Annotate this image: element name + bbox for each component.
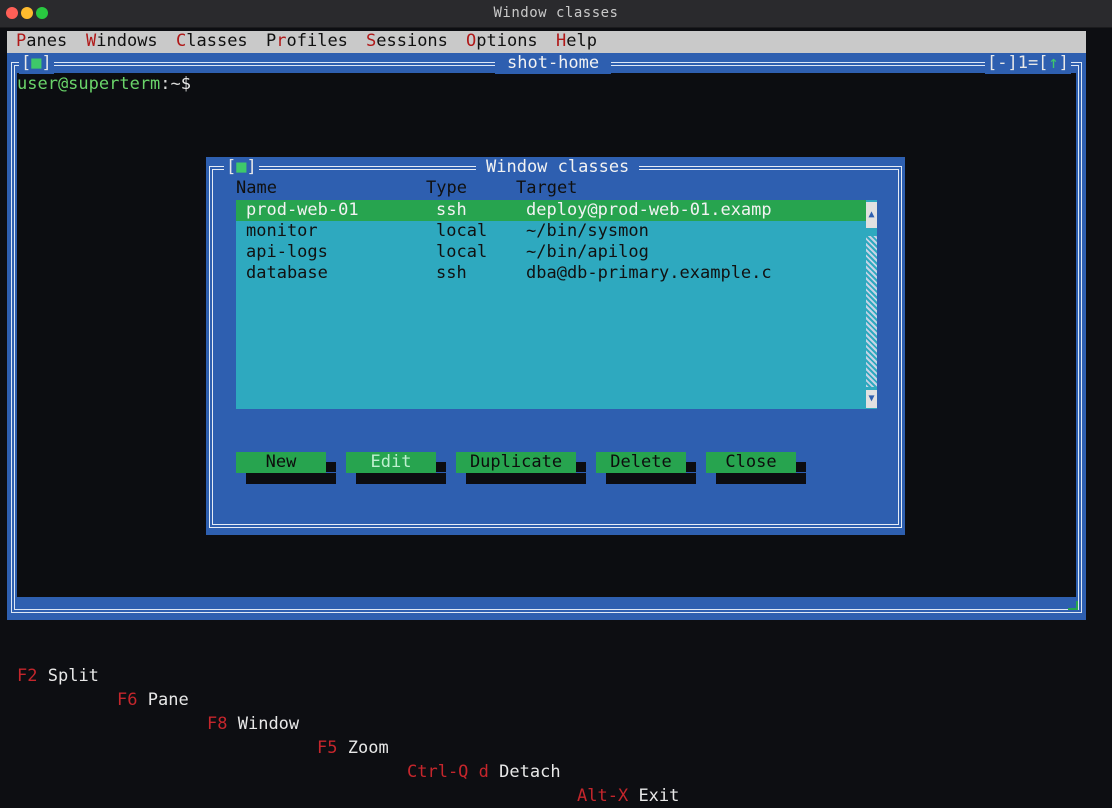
status-exit[interactable]: Alt-X Exit — [577, 784, 679, 808]
delete-button[interactable]: Delete — [596, 452, 686, 473]
cell-type: ssh — [436, 200, 467, 220]
dialog-close-icon: ■ — [236, 157, 247, 177]
cell-type: ssh — [436, 263, 467, 283]
menu-label: indows — [96, 31, 158, 51]
status-label: Detach — [499, 762, 561, 782]
shell-prompt: user@superterm:~$ — [17, 74, 191, 95]
dialog-close-control[interactable]: [■] — [224, 157, 259, 178]
button-shadow — [576, 462, 586, 472]
status-key: F2 — [17, 666, 38, 686]
resize-handle-icon[interactable] — [1068, 601, 1078, 610]
button-shadow — [326, 462, 336, 472]
cell-name: monitor — [246, 221, 318, 241]
menu-label: ptions — [476, 31, 538, 51]
status-label: Split — [47, 666, 99, 686]
dialog-title: Window classes — [476, 157, 640, 178]
menu-sessions[interactable]: Sessions — [366, 31, 448, 52]
button-shadow — [246, 473, 336, 484]
window-titlebar: Window classes — [0, 0, 1112, 28]
prompt-user-host: user@superterm — [17, 74, 161, 94]
list-scrollbar[interactable]: ▲ ▼ — [866, 200, 877, 409]
window-class-list[interactable]: prod-web-01 ssh deploy@prod-web-01.examp… — [236, 200, 867, 409]
cell-name: prod-web-01 — [246, 200, 359, 220]
button-shadow — [436, 462, 446, 472]
prompt-symbol: $ — [180, 74, 192, 94]
menu-hotkey: C — [176, 31, 187, 51]
menu-hotkey: S — [366, 31, 377, 51]
status-label: Pane — [147, 690, 189, 710]
cell-name: api-logs — [246, 242, 328, 262]
menu-help[interactable]: Help — [556, 31, 597, 52]
menu-options[interactable]: Options — [466, 31, 538, 52]
list-item[interactable]: monitor local ~/bin/sysmon — [236, 221, 867, 242]
status-label: Zoom — [347, 738, 389, 758]
menu-label: elp — [566, 31, 597, 51]
window-title: Window classes — [493, 5, 619, 21]
menu-hotkey: O — [466, 31, 477, 51]
status-label: Window — [237, 714, 300, 734]
column-header-type[interactable]: Type — [426, 178, 467, 199]
status-key: Alt-X — [577, 786, 629, 806]
window-title-label: shot-home — [495, 53, 612, 74]
cell-type: local — [436, 221, 488, 241]
scroll-up-icon[interactable]: ▲ — [866, 202, 877, 228]
button-shadow — [466, 473, 586, 484]
column-header-target[interactable]: Target — [516, 178, 577, 199]
menu-label: ofiles — [286, 31, 348, 51]
menu-classes[interactable]: Classes — [176, 31, 248, 52]
menu-profiles[interactable]: Profiles — [266, 31, 348, 52]
status-key: F8 — [207, 714, 228, 734]
status-pane[interactable]: F6 Pane — [117, 688, 189, 712]
menu-panes[interactable]: Panes — [16, 31, 67, 52]
maximize-icon: ↑ — [1048, 53, 1059, 73]
status-label: Exit — [638, 786, 680, 806]
menu-bar: Panes Windows Classes Profiles Sessions … — [7, 31, 1086, 53]
status-key: Ctrl-Q d — [407, 762, 489, 782]
window-close-control[interactable]: [■] — [19, 53, 54, 74]
list-item[interactable]: database ssh dba@db-primary.example.c — [236, 263, 867, 284]
menu-hotkey: W — [86, 31, 97, 51]
menu-hotkey: H — [556, 31, 567, 51]
status-detach[interactable]: Ctrl-Q d Detach — [407, 760, 561, 784]
new-button[interactable]: New — [236, 452, 326, 473]
button-shadow — [796, 462, 806, 472]
duplicate-button[interactable]: Duplicate — [456, 452, 576, 473]
status-bar: F2 Split F6 Pane F8 Window F5 Zoom Ctrl-… — [0, 640, 1112, 806]
list-item[interactable]: prod-web-01 ssh deploy@prod-web-01.examp — [236, 200, 867, 221]
status-key: F5 — [317, 738, 338, 758]
status-window[interactable]: F8 Window — [207, 712, 299, 736]
window-close-icon: ■ — [31, 53, 42, 73]
menu-label: essions — [376, 31, 448, 51]
button-shadow — [356, 473, 446, 484]
menu-windows[interactable]: Windows — [86, 31, 158, 52]
close-button[interactable]: Close — [706, 452, 796, 473]
window-classes-dialog: [■] Window classes Name Type Target prod… — [206, 157, 905, 535]
cell-name: database — [246, 263, 328, 283]
scroll-down-icon[interactable]: ▼ — [866, 390, 877, 408]
edit-button[interactable]: Edit — [346, 452, 436, 473]
status-key: F6 — [117, 690, 138, 710]
window-controls[interactable]: [-]1=[↑] — [985, 53, 1071, 74]
button-shadow — [606, 473, 696, 484]
menu-hotkey: P — [16, 31, 27, 51]
cell-target: dba@db-primary.example.c — [526, 263, 772, 283]
menu-label: lasses — [186, 31, 248, 51]
prompt-path: :~ — [160, 74, 181, 94]
menu-label: P — [266, 31, 277, 51]
cell-target: ~/bin/sysmon — [526, 221, 649, 241]
cell-target: deploy@prod-web-01.examp — [526, 200, 772, 220]
cell-target: ~/bin/apilog — [526, 242, 649, 262]
column-header-name[interactable]: Name — [236, 178, 277, 199]
menu-label: anes — [26, 31, 68, 51]
menu-hotkey: r — [276, 31, 287, 51]
cell-type: local — [436, 242, 488, 262]
status-zoom[interactable]: F5 Zoom — [317, 736, 389, 760]
button-shadow — [716, 473, 806, 484]
scroll-track[interactable] — [866, 236, 877, 387]
list-item[interactable]: api-logs local ~/bin/apilog — [236, 242, 867, 263]
button-shadow — [686, 462, 696, 472]
